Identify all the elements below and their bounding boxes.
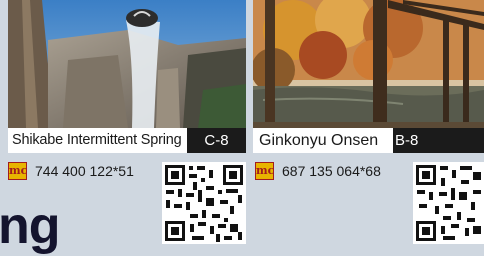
qr-code xyxy=(162,162,246,244)
spot-name: Ginkonyu Onsen xyxy=(259,132,379,149)
section-heading-fragment: ng xyxy=(0,197,61,255)
spot-card-ginkonyu: Ginkonyu Onsen B-8 mc 687 135 064*68 xyxy=(253,0,484,254)
mapcode-icon: mc xyxy=(8,162,27,180)
map-grid-code: C-8 xyxy=(187,128,246,153)
spot-photo-shikabe-geyser xyxy=(8,0,246,128)
spot-name: Shikabe Intermittent Spring xyxy=(12,132,182,148)
mapcode-icon: mc xyxy=(255,162,274,180)
qr-code-pattern xyxy=(413,162,484,244)
spot-photo-ginkonyu-onsen xyxy=(253,0,484,128)
qr-code xyxy=(413,162,484,244)
spot-caption: Ginkonyu Onsen B-8 xyxy=(253,128,484,153)
mapcode-value: 687 135 064*68 xyxy=(282,163,381,179)
qr-code-pattern xyxy=(162,162,246,244)
spot-caption: Shikabe Intermittent Spring C-8 xyxy=(8,128,246,153)
map-grid-code: B-8 xyxy=(393,128,484,153)
mapcode-value: 744 400 122*51 xyxy=(35,163,134,179)
